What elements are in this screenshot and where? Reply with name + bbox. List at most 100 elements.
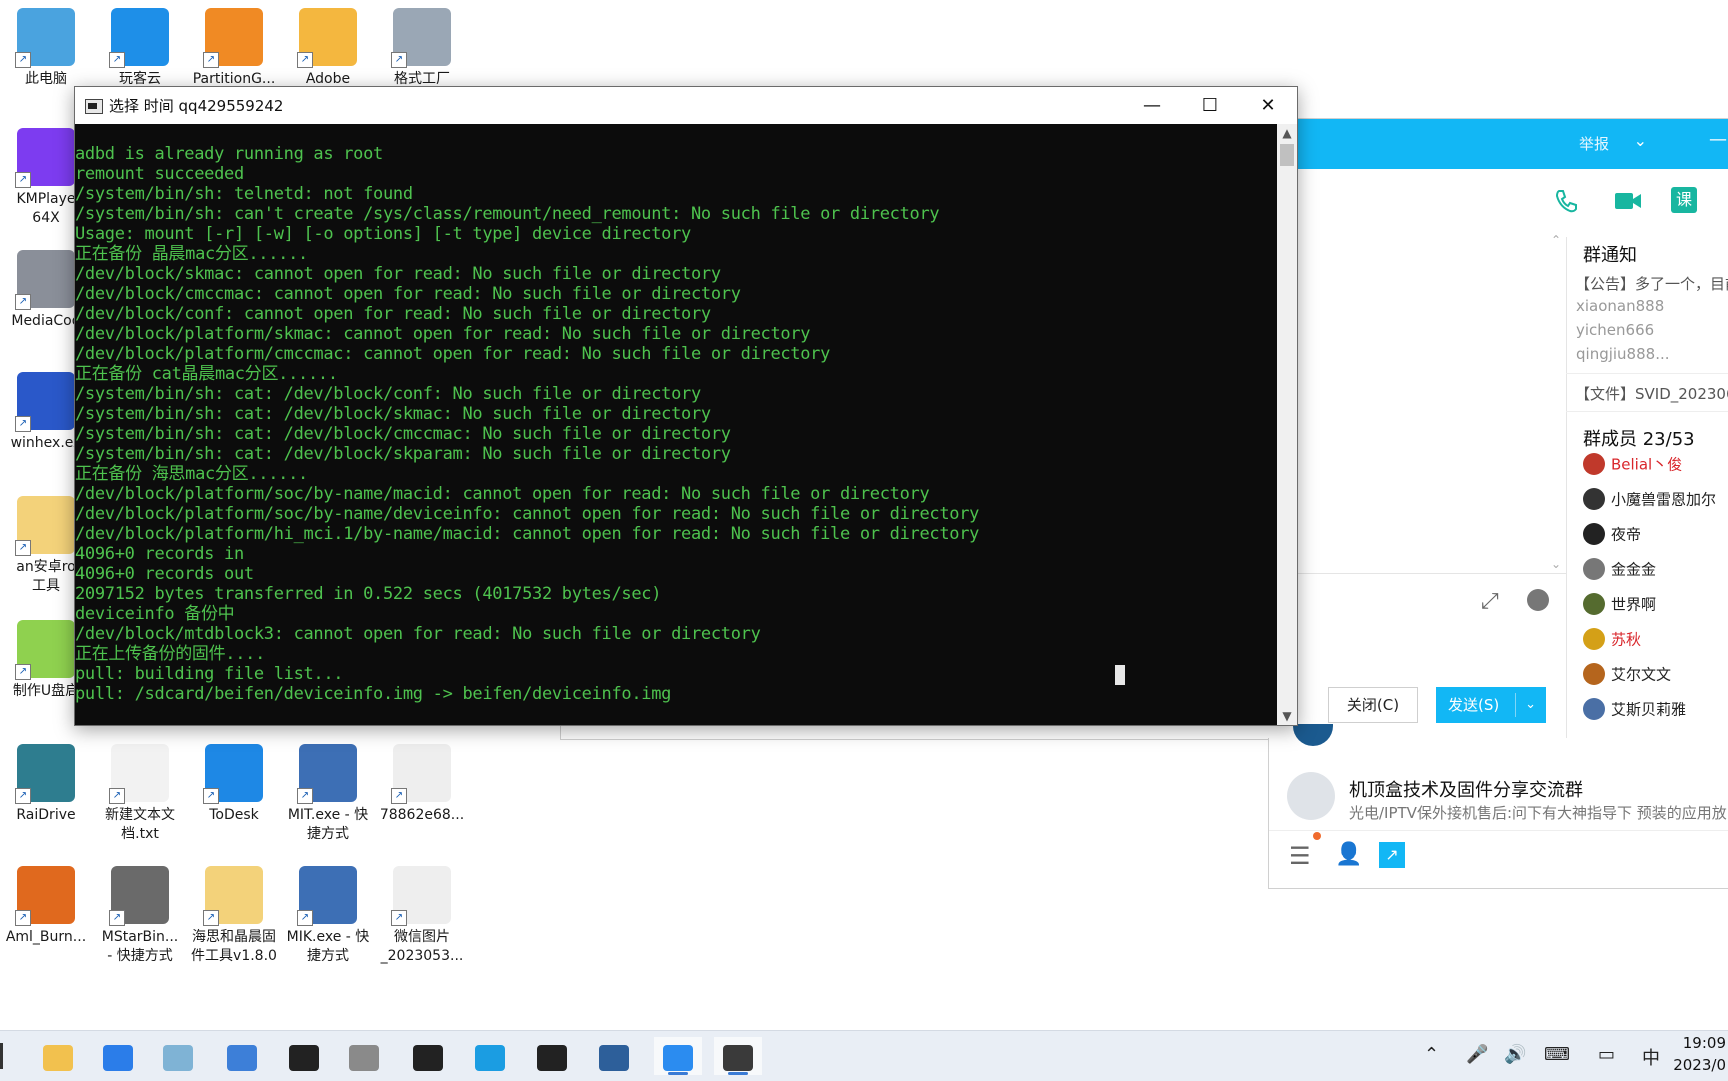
- desktop-icon[interactable]: ↗ MIK.exe - 快 捷方式: [282, 866, 374, 966]
- close-chat-button[interactable]: 关闭(C): [1328, 687, 1418, 723]
- course-icon[interactable]: 课: [1671, 187, 1701, 217]
- taskbar-store-button[interactable]: [218, 1037, 266, 1075]
- desktop-icon[interactable]: ↗ PartitionG...: [188, 8, 280, 89]
- taskbar-qq-button[interactable]: [280, 1037, 328, 1075]
- desktop-icon[interactable]: ↗ 78862e68...: [376, 744, 468, 825]
- add-friend-icon[interactable]: 👤: [1335, 842, 1362, 867]
- console-line: 2097152 bytes transferred in 0.522 secs …: [75, 584, 662, 604]
- taskbar-edge-button[interactable]: [466, 1037, 514, 1075]
- desktop-icon[interactable]: ↗ 此电脑: [0, 8, 92, 89]
- vertical-scrollbar[interactable]: ▲ ▼: [1277, 124, 1297, 725]
- menu-icon[interactable]: ☰: [1289, 842, 1311, 870]
- member-item[interactable]: 苏秋: [1583, 628, 1641, 654]
- active-indicator: [728, 1072, 748, 1075]
- console-output[interactable]: adbd is already running as root remount s…: [75, 124, 1277, 725]
- desktop-icon-label: ToDesk: [209, 807, 259, 823]
- taskbar-console-button[interactable]: [714, 1037, 762, 1075]
- member-item[interactable]: 夜帝: [1583, 523, 1641, 549]
- member-item[interactable]: 艾尔文文: [1583, 663, 1671, 689]
- voice-call-icon[interactable]: [1551, 187, 1581, 217]
- usb-tool-icon: ↗: [15, 620, 75, 680]
- history-clock-icon[interactable]: [1527, 589, 1549, 611]
- expand-down-icon[interactable]: ⌄: [1551, 557, 1561, 571]
- group-avatar[interactable]: [1287, 772, 1335, 820]
- settings-tool-icon: [349, 1044, 379, 1071]
- video-call-icon[interactable]: [1613, 187, 1643, 217]
- scroll-down-icon[interactable]: ▼: [1277, 707, 1297, 725]
- active-indicator: [668, 1072, 688, 1075]
- member-name: 世界啊: [1611, 595, 1657, 614]
- member-item[interactable]: 金金金: [1583, 558, 1656, 584]
- desktop-icon[interactable]: ↗ 新建文本文 档.txt: [94, 744, 186, 844]
- tablet-mode-icon[interactable]: ▭: [1598, 1044, 1615, 1065]
- member-item[interactable]: 小魔兽雷恩加尔: [1583, 488, 1716, 514]
- collapse-icon[interactable]: ⌃: [1551, 233, 1561, 247]
- mediacoder-icon: ↗: [15, 250, 75, 310]
- taskbar-hex-tool-button[interactable]: [404, 1037, 452, 1075]
- microphone-icon[interactable]: 🎤: [1466, 1044, 1488, 1065]
- shortcut-arrow-icon: ↗: [15, 294, 31, 310]
- console-line: /dev/block/platform/skmac: cannot open f…: [75, 324, 811, 344]
- avatar: [1583, 628, 1605, 650]
- chevron-up-icon[interactable]: ⌃: [1424, 1044, 1439, 1065]
- member-item[interactable]: 艾斯贝莉雅: [1583, 698, 1686, 724]
- maximize-button[interactable]: ☐: [1181, 87, 1239, 124]
- desktop-icon[interactable]: ↗ ToDesk: [188, 744, 280, 825]
- notice-line[interactable]: 【公告】多了一个，目前: [1575, 273, 1728, 294]
- clock-time[interactable]: 19:09: [1683, 1034, 1726, 1052]
- start-edge: [0, 1043, 3, 1069]
- desktop-icon[interactable]: ↗ 海思和晶晨固 件工具v1.8.0: [188, 866, 280, 966]
- console-line: /dev/block/skmac: cannot open for read: …: [75, 264, 721, 284]
- desktop-icon[interactable]: ↗ Adobe: [282, 8, 374, 89]
- report-link[interactable]: 举报: [1579, 133, 1609, 154]
- taskbar-tools-button[interactable]: [590, 1037, 638, 1075]
- console-line: adbd is already running as root: [75, 144, 383, 164]
- member-item[interactable]: Belial丶俊: [1583, 453, 1682, 479]
- desktop-icon[interactable]: ↗ 玩客云: [94, 8, 186, 89]
- taskbar-notepad-button[interactable]: [154, 1037, 202, 1075]
- minimize-icon[interactable]: —: [1709, 129, 1727, 150]
- console-line: /system/bin/sh: cat: /dev/block/cmccmac:…: [75, 424, 731, 444]
- clock-date[interactable]: 2023/0: [1673, 1056, 1726, 1074]
- taskbar-file-explorer-button[interactable]: [34, 1037, 82, 1075]
- volume-icon[interactable]: 🔊: [1504, 1044, 1526, 1065]
- avatar: [1583, 488, 1605, 510]
- console-line: /system/bin/sh: cat: /dev/block/skparam:…: [75, 444, 731, 464]
- minimize-button[interactable]: —: [1123, 87, 1181, 124]
- console-line: deviceinfo 备份中: [75, 604, 235, 624]
- send-button[interactable]: 发送(S) ⌄: [1436, 687, 1546, 723]
- console-title-bar[interactable]: 选择 时间 qq429559242 — ☐ ✕: [75, 87, 1297, 124]
- console-line: /system/bin/sh: telnetd: not found: [75, 184, 413, 204]
- chevron-down-icon[interactable]: ⌄: [1525, 687, 1536, 723]
- scroll-thumb[interactable]: [1280, 144, 1294, 166]
- desktop-icon[interactable]: ↗ MIT.exe - 快 捷方式: [282, 744, 374, 844]
- taskbar-settings-tool-button[interactable]: [340, 1037, 388, 1075]
- tools-icon: [599, 1044, 629, 1071]
- share-icon[interactable]: ↗: [1379, 842, 1405, 868]
- close-button[interactable]: ✕: [1239, 87, 1297, 124]
- taskbar-game-button[interactable]: [654, 1037, 702, 1075]
- group-name[interactable]: 机顶盒技术及固件分享交流群: [1349, 776, 1583, 802]
- expand-icon[interactable]: ⤢: [1481, 589, 1499, 614]
- taskbar-qq-2-button[interactable]: [528, 1037, 576, 1075]
- member-name: Belial丶俊: [1611, 455, 1683, 474]
- notice-file-line[interactable]: 【文件】SVID_202306: [1575, 383, 1728, 404]
- member-item[interactable]: 世界啊: [1583, 593, 1656, 619]
- keyboard-icon[interactable]: ⌨: [1544, 1044, 1570, 1065]
- desktop-icon[interactable]: ↗ 微信图片 _2023053...: [376, 866, 468, 966]
- desktop-icon-label: RaiDrive: [16, 807, 76, 823]
- format-factory-icon: ↗: [391, 8, 451, 68]
- desktop-icon[interactable]: ↗ Aml_Burn...: [0, 866, 92, 947]
- chevron-down-icon[interactable]: ⌄: [1634, 131, 1647, 150]
- scroll-up-icon[interactable]: ▲: [1277, 124, 1297, 142]
- edge-icon: [475, 1044, 505, 1071]
- ime-indicator[interactable]: 中: [1642, 1044, 1660, 1070]
- divider: [1566, 411, 1728, 412]
- shortcut-arrow-icon: ↗: [391, 52, 407, 68]
- window-title: 选择 时间 qq429559242: [109, 97, 284, 115]
- image-file-icon: ↗: [391, 744, 451, 804]
- taskbar-mail-button[interactable]: [94, 1037, 142, 1075]
- desktop-icon[interactable]: ↗ 格式工厂: [376, 8, 468, 89]
- desktop-icon[interactable]: ↗ RaiDrive: [0, 744, 92, 825]
- desktop-icon[interactable]: ↗ MStarBin... - 快捷方式: [94, 866, 186, 966]
